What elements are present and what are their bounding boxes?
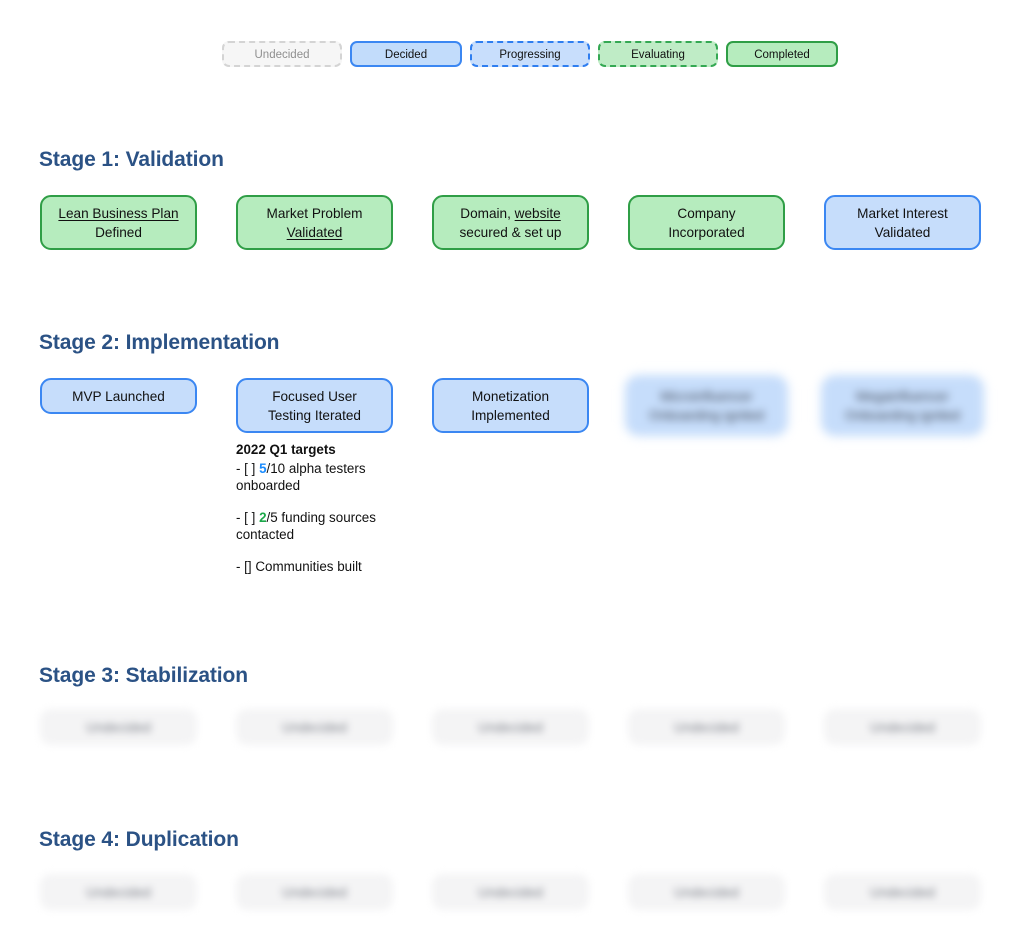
legend-chip-progressing[interactable]: Progressing: [470, 41, 590, 67]
card-line-1: Microinfluencer: [660, 388, 753, 404]
card-line-2: Validated: [874, 224, 931, 240]
card-line-2: Incorporated: [668, 224, 745, 240]
card-stage4-slot-4[interactable]: Undecided: [628, 874, 785, 910]
card-megainfluencer-onboarding-redacted[interactable]: Megainfluencer Onboarding ignited: [824, 378, 981, 433]
card-stage3-slot-2[interactable]: Undecided: [236, 709, 393, 745]
card-lean-business-plan[interactable]: Lean Business Plan Defined: [40, 195, 197, 250]
card-line-1: Domain, website: [460, 205, 561, 221]
card-line-1: Undecided: [674, 719, 739, 735]
card-microinfluencer-onboarding-redacted[interactable]: Microinfluencer Onboarding ignited: [628, 378, 785, 433]
checklist-item-communities-built[interactable]: - [] Communities built: [236, 558, 401, 576]
checklist-count: 2: [259, 509, 267, 525]
card-line-1: Undecided: [478, 884, 543, 900]
card-line-2: Onboarding ignited: [649, 407, 764, 423]
stage-2-card-row: MVP Launched Focused User Testing Iterat…: [40, 378, 984, 433]
checklist-text: Communities built: [255, 558, 362, 574]
card-monetization-implemented[interactable]: Monetization Implemented: [432, 378, 589, 433]
checklist-item-funding-sources[interactable]: - [ ] 2/5 funding sources contacted: [236, 509, 401, 544]
card-focused-user-testing[interactable]: Focused User Testing Iterated: [236, 378, 393, 433]
card-stage4-slot-1[interactable]: Undecided: [40, 874, 197, 910]
card-company-incorporated[interactable]: Company Incorporated: [628, 195, 785, 250]
card-domain-website[interactable]: Domain, website secured & set up: [432, 195, 589, 250]
checkbox-icon[interactable]: - []: [236, 559, 255, 574]
legend-chip-evaluating[interactable]: Evaluating: [598, 41, 718, 67]
card-line-1: Monetization: [471, 388, 550, 404]
card-line-1: Focused User: [272, 388, 357, 404]
stage-3-title: Stage 3: Stabilization: [39, 664, 248, 687]
legend-chip-decided[interactable]: Decided: [350, 41, 462, 67]
stage-2-title: Stage 2: Implementation: [39, 331, 280, 354]
stage-4-title: Stage 4: Duplication: [39, 828, 239, 851]
status-legend: Undecided Decided Progressing Evaluating…: [222, 41, 838, 67]
card-stage4-slot-2[interactable]: Undecided: [236, 874, 393, 910]
card-line-2: Testing Iterated: [268, 407, 361, 423]
card-line-1: Undecided: [674, 884, 739, 900]
card-stage4-slot-3[interactable]: Undecided: [432, 874, 589, 910]
card-line-1: Market Problem: [266, 205, 363, 221]
card-stage3-slot-4[interactable]: Undecided: [628, 709, 785, 745]
card-line-1-underlined-word: website: [514, 205, 561, 221]
checklist-count: 5: [259, 460, 267, 476]
stage-1-title: Stage 1: Validation: [39, 148, 224, 171]
card-line-1: Undecided: [478, 719, 543, 735]
card-line-1: Undecided: [870, 719, 935, 735]
legend-chip-undecided[interactable]: Undecided: [222, 41, 342, 67]
stage-4-card-row: Undecided Undecided Undecided Undecided …: [40, 874, 984, 910]
card-line-1: Megainfluencer: [856, 388, 949, 404]
stage-1-card-row: Lean Business Plan Defined Market Proble…: [40, 195, 984, 250]
card-line-1: Undecided: [870, 884, 935, 900]
card-line-2: Onboarding ignited: [845, 407, 960, 423]
card-stage4-slot-5[interactable]: Undecided: [824, 874, 981, 910]
card-line-2: Defined: [95, 224, 142, 240]
checklist-header: 2022 Q1 targets: [236, 442, 336, 457]
legend-chip-completed[interactable]: Completed: [726, 41, 838, 67]
card-stage3-slot-5[interactable]: Undecided: [824, 709, 981, 745]
checkbox-icon[interactable]: - [ ]: [236, 461, 259, 476]
card-line-2: Implemented: [471, 407, 550, 423]
card-stage3-slot-1[interactable]: Undecided: [40, 709, 197, 745]
card-line-1: Undecided: [282, 884, 347, 900]
card-line-1: Lean Business Plan: [58, 205, 179, 221]
card-line-2: secured & set up: [459, 224, 562, 240]
card-line-2: Validated: [286, 224, 343, 240]
card-line-1: Market Interest: [857, 205, 948, 221]
checklist-item-alpha-testers[interactable]: - [ ] 5/10 alpha testers onboarded: [236, 460, 401, 495]
checkbox-icon[interactable]: - [ ]: [236, 510, 259, 525]
stage-3-card-row: Undecided Undecided Undecided Undecided …: [40, 709, 984, 745]
card-line-1: Undecided: [86, 884, 151, 900]
card-line-1: MVP Launched: [72, 388, 165, 404]
card-line-1: Undecided: [86, 719, 151, 735]
card-market-problem[interactable]: Market Problem Validated: [236, 195, 393, 250]
card-mvp-launched[interactable]: MVP Launched: [40, 378, 197, 414]
card-stage3-slot-3[interactable]: Undecided: [432, 709, 589, 745]
card-line-1: Company: [677, 205, 736, 221]
focused-user-testing-checklist: 2022 Q1 targets - [ ] 5/10 alpha testers…: [236, 441, 401, 575]
card-market-interest-validated[interactable]: Market Interest Validated: [824, 195, 981, 250]
kanban-roadmap-page: Undecided Decided Progressing Evaluating…: [0, 0, 1024, 952]
card-line-1: Undecided: [282, 719, 347, 735]
